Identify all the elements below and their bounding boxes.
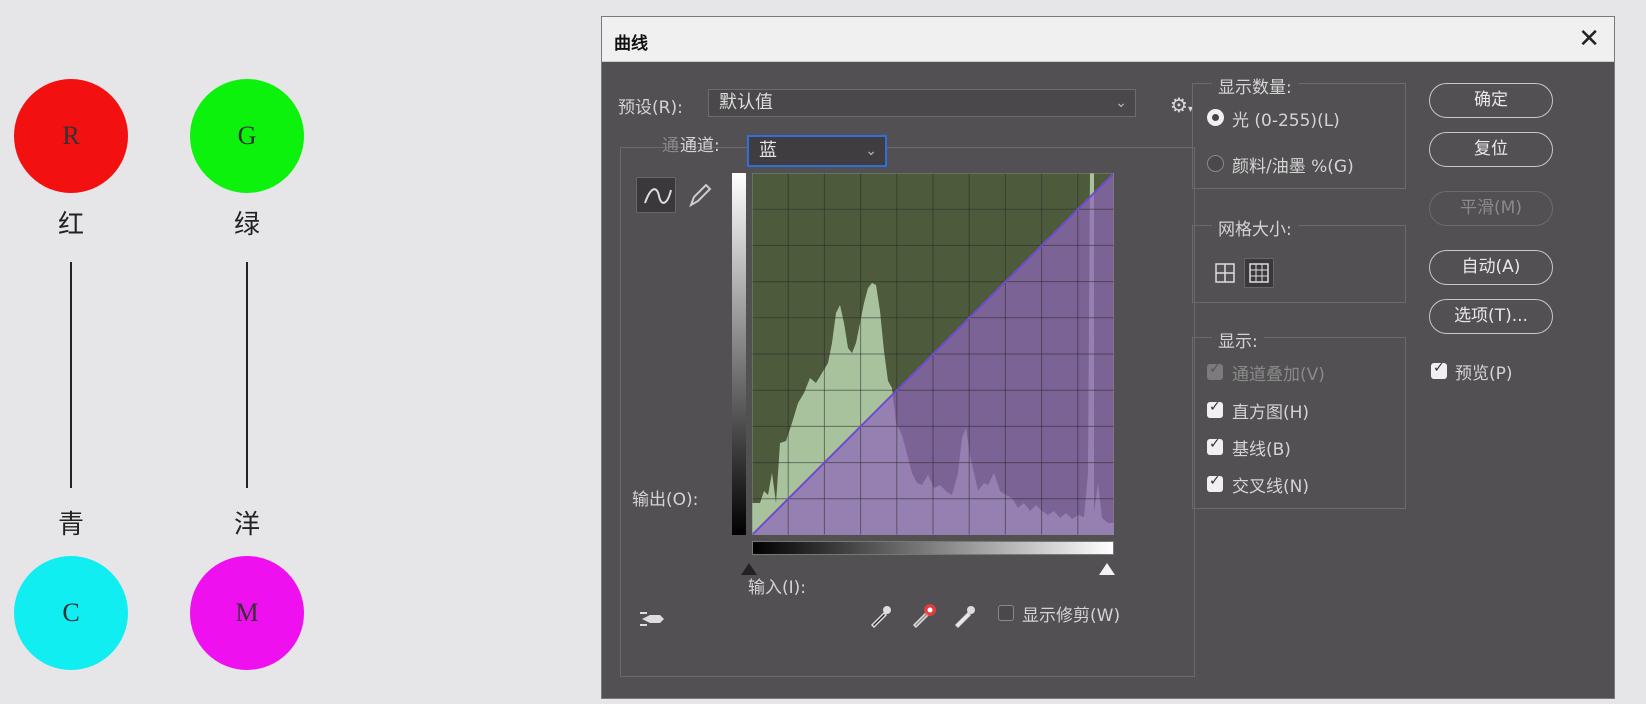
cyan-label: 青: [57, 510, 84, 540]
green-letter: G: [237, 121, 257, 150]
pencil-icon: [689, 183, 712, 208]
show-clipping-label: 显示修剪(W): [1022, 606, 1121, 626]
intersection-line-checkbox[interactable]: [1207, 473, 1223, 492]
red-label: 红: [57, 210, 84, 240]
red-cyan-line: [70, 262, 72, 488]
preset-label: 预设(R):: [618, 98, 683, 118]
green-label: 绿: [233, 210, 260, 240]
preset-value: 默认值: [719, 92, 773, 113]
gray-eyedropper-icon[interactable]: [908, 601, 936, 629]
display-amount-title: 显示数量:: [1212, 73, 1298, 98]
green-circle: G: [190, 79, 304, 193]
magenta-label: 洋: [233, 510, 260, 540]
ok-button[interactable]: 确定: [1429, 83, 1553, 118]
light-radio[interactable]: [1207, 109, 1224, 126]
channel-value: 蓝: [759, 140, 777, 161]
channel-label-ghost: 通: [662, 136, 679, 156]
pencil-tool-button[interactable]: [682, 177, 716, 213]
channel-overlay-label: 通道叠加(V): [1232, 365, 1325, 385]
simple-grid-icon[interactable]: [1210, 258, 1240, 288]
gear-icon[interactable]: ⚙▾: [1170, 93, 1193, 117]
green-magenta-line: [246, 262, 248, 488]
pigment-radio[interactable]: [1207, 155, 1224, 172]
magenta-letter: M: [235, 598, 259, 627]
intersection-line-label: 交叉线(N): [1232, 477, 1309, 497]
curve-tool-button[interactable]: [636, 177, 676, 213]
options-button[interactable]: 选项(T)...: [1429, 299, 1553, 334]
reset-button[interactable]: 复位: [1429, 132, 1553, 167]
curve-edit-icon: [644, 188, 672, 204]
preset-dropdown[interactable]: 默认值 ⌄: [708, 89, 1136, 117]
cyan-letter: C: [62, 598, 80, 627]
dialog-title: 曲线: [614, 34, 648, 54]
red-letter: R: [62, 121, 80, 150]
chevron-down-icon: ⌄: [865, 143, 877, 159]
output-label: 输出(O):: [632, 490, 699, 510]
show-clipping-checkbox[interactable]: [998, 605, 1014, 621]
baseline-checkbox[interactable]: [1207, 436, 1223, 455]
output-gradient-bar: [732, 173, 746, 535]
histogram-checkbox[interactable]: [1207, 399, 1223, 418]
preview-label: 预览(P): [1455, 364, 1513, 384]
input-gradient-bar: [752, 541, 1114, 555]
show-title: 显示:: [1212, 327, 1264, 352]
detailed-grid-icon[interactable]: [1244, 258, 1274, 288]
hand-adjust-icon[interactable]: [638, 605, 668, 631]
histogram-label: 直方图(H): [1232, 403, 1310, 423]
channel-label: 通道:: [680, 136, 720, 156]
grid-size-title: 网格大小:: [1212, 215, 1298, 240]
auto-button[interactable]: 自动(A): [1429, 250, 1553, 285]
white-eyedropper-icon[interactable]: [950, 601, 978, 629]
close-icon[interactable]: ✕: [1578, 25, 1600, 53]
black-eyedropper-icon[interactable]: [866, 601, 894, 629]
magenta-circle: M: [190, 556, 304, 670]
curves-dialog: 曲线 ✕ 预设(R): 默认值 ⌄ ⚙▾ 通 通道: 蓝 ⌄ 输出(O): 输入…: [601, 16, 1615, 699]
baseline-label: 基线(B): [1232, 440, 1291, 460]
pigment-label: 颜料/油墨 %(G): [1232, 157, 1354, 177]
white-point-slider[interactable]: [1099, 563, 1115, 575]
title-bar: 曲线 ✕: [602, 17, 1614, 62]
cyan-circle: C: [14, 556, 128, 670]
channel-dropdown[interactable]: 蓝 ⌄: [747, 135, 887, 167]
chevron-down-icon: ⌄: [1115, 95, 1127, 111]
preview-checkbox[interactable]: [1431, 360, 1447, 379]
curves-graph[interactable]: [752, 173, 1114, 535]
input-label: 输入(I):: [748, 578, 807, 598]
red-circle: R: [14, 79, 128, 193]
light-label: 光 (0-255)(L): [1232, 111, 1340, 131]
channel-overlay-checkbox[interactable]: [1207, 361, 1223, 380]
smooth-button[interactable]: 平滑(M): [1429, 191, 1553, 226]
